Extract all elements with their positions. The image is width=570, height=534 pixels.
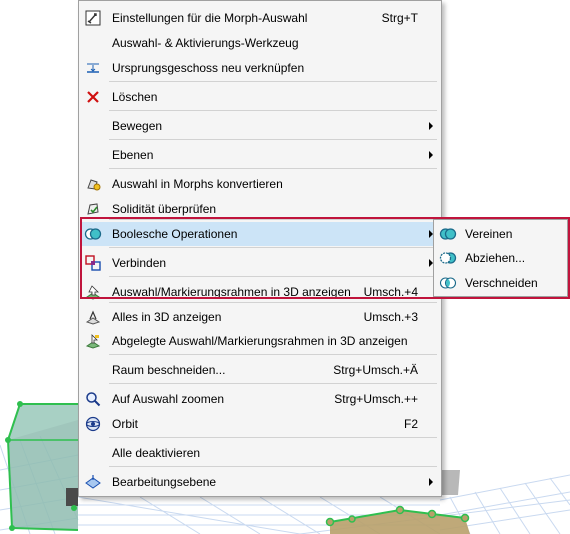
menu-item-relink-story[interactable]: Ursprungsgeschoss neu verknüpfen bbox=[80, 56, 440, 80]
relink-story-icon bbox=[84, 59, 102, 77]
intersect-icon bbox=[439, 274, 457, 292]
menu-item-show-all-3d[interactable]: Alles in 3D anzeigen Umsch.+3 bbox=[80, 305, 440, 329]
check-solidity-icon bbox=[84, 200, 102, 218]
menu-item-orbit[interactable]: Orbit F2 bbox=[80, 412, 440, 436]
editing-plane-icon bbox=[84, 473, 102, 491]
menu-separator bbox=[109, 110, 437, 111]
menu-item-shortcut: Umsch.+3 bbox=[363, 310, 418, 324]
stored-selection-3d-icon bbox=[84, 332, 102, 350]
submenu-item-label: Verschneiden bbox=[465, 276, 538, 290]
menu-item-label: Boolesche Operationen bbox=[112, 227, 238, 241]
menu-item-label: Bearbeitungsebene bbox=[112, 475, 217, 489]
menu-separator bbox=[109, 81, 437, 82]
menu-item-editing-plane[interactable]: Bearbeitungsebene bbox=[80, 470, 440, 494]
menu-item-label: Auswahl in Morphs konvertieren bbox=[112, 177, 283, 191]
submenu-item-intersect[interactable]: Verschneiden bbox=[435, 271, 567, 295]
menu-item-label: Bewegen bbox=[112, 119, 163, 133]
context-menu: Einstellungen für die Morph-Auswahl Strg… bbox=[78, 0, 442, 497]
menu-item-label: Auswahl- & Aktivierungs-Werkzeug bbox=[112, 36, 299, 50]
orbit-icon bbox=[84, 415, 102, 433]
menu-item-zoom-selection[interactable]: Auf Auswahl zoomen Strg+Umsch.++ bbox=[80, 387, 440, 411]
submenu-item-subtract[interactable]: Abziehen... bbox=[435, 246, 567, 270]
submenu-item-label: Vereinen bbox=[465, 227, 513, 241]
boolean-operations-icon bbox=[84, 225, 102, 243]
menu-item-check-solidity[interactable]: Solidität überprüfen bbox=[80, 197, 440, 221]
menu-separator bbox=[109, 354, 437, 355]
menu-separator bbox=[109, 466, 437, 467]
menu-item-selection-tool[interactable]: Auswahl- & Aktivierungs-Werkzeug bbox=[80, 31, 440, 55]
menu-item-label: Ursprungsgeschoss neu verknüpfen bbox=[112, 61, 305, 75]
convert-morph-icon bbox=[84, 175, 102, 193]
menu-separator bbox=[109, 302, 437, 303]
submenu-arrow-icon bbox=[429, 151, 433, 159]
menu-item-delete[interactable]: Löschen bbox=[80, 85, 440, 109]
menu-separator bbox=[109, 247, 437, 248]
menu-item-show-selection-3d[interactable]: Auswahl/Markierungsrahmen in 3D anzeigen… bbox=[80, 280, 440, 304]
submenu-arrow-icon bbox=[429, 122, 433, 130]
menu-item-layers[interactable]: Ebenen bbox=[80, 143, 440, 167]
menu-item-shortcut: Strg+Umsch.++ bbox=[334, 392, 418, 406]
submenu-item-label: Abziehen... bbox=[465, 251, 526, 265]
submenu-item-union[interactable]: Vereinen bbox=[435, 222, 567, 246]
menu-item-label: Alle deaktivieren bbox=[112, 446, 201, 460]
union-icon bbox=[439, 225, 457, 243]
menu-item-convert-morph[interactable]: Auswahl in Morphs konvertieren bbox=[80, 172, 440, 196]
morph-slab-selected[interactable] bbox=[325, 505, 471, 534]
menu-item-shortcut: Strg+Umsch.+Ä bbox=[333, 363, 418, 377]
menu-item-move[interactable]: Bewegen bbox=[80, 114, 440, 138]
menu-item-shortcut: Umsch.+4 bbox=[363, 285, 418, 299]
menu-item-shortcut: F2 bbox=[403, 417, 418, 431]
boolean-operations-submenu: Vereinen Abziehen... Verschneiden bbox=[433, 219, 568, 297]
menu-item-show-stored-selection-3d[interactable]: Abgelegte Auswahl/Markierungsrahmen in 3… bbox=[80, 329, 440, 353]
menu-item-label: Solidität überprüfen bbox=[112, 202, 217, 216]
submenu-arrow-icon bbox=[429, 478, 433, 486]
menu-item-deselect-all[interactable]: Alle deaktivieren bbox=[80, 441, 440, 465]
subtract-icon bbox=[439, 249, 457, 267]
menu-item-label: Ebenen bbox=[112, 148, 154, 162]
menu-item-morph-settings[interactable]: Einstellungen für die Morph-Auswahl Strg… bbox=[80, 6, 440, 30]
show-3d-selection-icon bbox=[84, 283, 102, 301]
zoom-selection-icon bbox=[84, 390, 102, 408]
menu-item-label: Auf Auswahl zoomen bbox=[112, 392, 225, 406]
menu-item-label: Verbinden bbox=[112, 256, 167, 270]
menu-item-trim-space[interactable]: Raum beschneiden... Strg+Umsch.+Ä bbox=[80, 358, 440, 382]
menu-separator bbox=[109, 168, 437, 169]
menu-separator bbox=[109, 383, 437, 384]
menu-separator bbox=[109, 276, 437, 277]
morph-settings-icon bbox=[84, 9, 102, 27]
menu-item-label: Raum beschneiden... bbox=[112, 363, 226, 377]
menu-item-label: Einstellungen für die Morph-Auswahl bbox=[112, 11, 308, 25]
gray-object[interactable] bbox=[440, 470, 460, 495]
menu-separator bbox=[109, 139, 437, 140]
menu-item-label: Löschen bbox=[112, 90, 158, 104]
show-all-3d-icon bbox=[84, 308, 102, 326]
morph-box-selected[interactable] bbox=[5, 401, 79, 531]
menu-item-label: Orbit bbox=[112, 417, 139, 431]
menu-separator bbox=[109, 437, 437, 438]
delete-icon bbox=[84, 88, 102, 106]
menu-item-boolean-operations[interactable]: Boolesche Operationen bbox=[80, 222, 440, 246]
menu-item-label: Alles in 3D anzeigen bbox=[112, 310, 222, 324]
menu-item-label: Abgelegte Auswahl/Markierungsrahmen in 3… bbox=[112, 334, 408, 348]
connect-icon bbox=[84, 254, 102, 272]
menu-separator bbox=[109, 219, 437, 220]
menu-item-label: Auswahl/Markierungsrahmen in 3D anzeigen bbox=[112, 285, 351, 299]
menu-item-connect[interactable]: Verbinden bbox=[80, 251, 440, 275]
menu-item-shortcut: Strg+T bbox=[381, 11, 418, 25]
